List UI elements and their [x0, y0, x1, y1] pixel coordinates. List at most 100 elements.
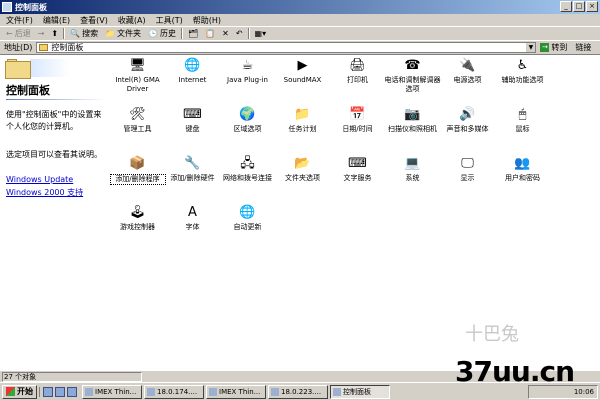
- views-button[interactable]: ▦▾: [253, 28, 269, 40]
- close-button[interactable]: ×: [586, 1, 598, 12]
- control-panel-item[interactable]: 🖧 网络和拨号连接: [220, 153, 275, 202]
- start-button[interactable]: 开始: [2, 384, 37, 399]
- control-panel-item[interactable]: A 字体: [165, 202, 220, 251]
- system-icon: 💻: [404, 156, 421, 171]
- control-panel-item[interactable]: ⌨ 文字服务: [330, 153, 385, 202]
- control-panel-item[interactable]: 🖵 显示: [440, 153, 495, 202]
- copy-to-button[interactable]: 📋: [203, 28, 217, 40]
- control-panel-item[interactable]: 🌐 Internet: [165, 55, 220, 104]
- folder-icon: 📂: [294, 156, 311, 171]
- control-panel-item[interactable]: 📂 文件夹选项: [275, 153, 330, 202]
- address-label: 地址(D): [4, 43, 33, 52]
- taskbar-button[interactable]: IMEX Thin...: [82, 384, 142, 399]
- taskbar-button[interactable]: IMEX Thin...: [206, 384, 266, 399]
- control-panel-item[interactable]: 🕹 游戏控制器: [110, 202, 165, 251]
- quick-launch-ie-icon[interactable]: [43, 386, 53, 397]
- title-bar: 控制面板 _ □ ×: [0, 0, 600, 14]
- folders-label: 文件夹: [117, 29, 142, 38]
- speaker-icon: 🔊: [459, 107, 476, 122]
- task-icon: 📁: [294, 107, 311, 122]
- quick-launch-desktop-icon[interactable]: [55, 386, 65, 397]
- control-panel-item[interactable]: 🛠 管理工具: [110, 104, 165, 153]
- minimize-button[interactable]: _: [560, 1, 572, 12]
- start-label: 开始: [17, 387, 33, 396]
- control-panel-item[interactable]: 🌐 自动更新: [220, 202, 275, 251]
- joystick-icon: 🕹: [129, 205, 146, 220]
- control-panel-large-icon: [5, 59, 33, 79]
- users-icon: 👥: [514, 156, 531, 171]
- quick-launch: [39, 386, 80, 397]
- move-to-icon: 🗂: [188, 29, 199, 38]
- go-button[interactable]: → 转到: [540, 42, 567, 53]
- control-panel-item[interactable]: 🔊 声音和多媒体: [440, 104, 495, 153]
- menu-edit[interactable]: 编辑(E): [43, 15, 70, 26]
- links-toolbar[interactable]: 链接: [575, 42, 591, 53]
- up-button[interactable]: ⬆: [49, 28, 60, 40]
- item-label: 文件夹选项: [285, 174, 320, 182]
- address-input[interactable]: 控制面板 ▼: [36, 42, 537, 53]
- move-to-button[interactable]: 🗂: [186, 28, 200, 40]
- menu-favorites[interactable]: 收藏(A): [118, 15, 146, 26]
- control-panel-item[interactable]: 📅 日期/时间: [330, 104, 385, 153]
- taskbar-button-control-panel[interactable]: 控制面板: [330, 384, 390, 399]
- menu-help[interactable]: 帮助(H): [193, 15, 221, 26]
- control-panel-items: 🖥 Intel(R) GMA Driver 🌐 Internet ☕ Java Plug-…: [109, 55, 600, 255]
- control-panel-item[interactable]: ♿ 辅助功能选项: [495, 55, 550, 104]
- control-panel-item[interactable]: ⌨ 键盘: [165, 104, 220, 153]
- menu-file[interactable]: 文件(F): [6, 15, 33, 26]
- windows-update-link[interactable]: Windows Update: [6, 175, 73, 184]
- undo-button[interactable]: ↶: [234, 28, 245, 40]
- control-panel-item[interactable]: ▶ SoundMAX: [275, 55, 330, 104]
- go-arrow-icon: →: [540, 43, 550, 52]
- history-button[interactable]: 🕒 历史: [146, 28, 178, 40]
- search-button[interactable]: 🔍 搜索: [68, 28, 100, 40]
- quick-launch-outlook-icon[interactable]: [67, 386, 77, 397]
- maximize-button[interactable]: □: [573, 1, 585, 12]
- item-label: 扫描仪和照相机: [388, 125, 437, 133]
- item-label: Java Plug-in: [227, 76, 268, 84]
- taskbar-button[interactable]: 18.0.223....: [268, 384, 328, 399]
- back-button[interactable]: ← 后退: [4, 28, 33, 40]
- control-panel-item[interactable]: 👥 用户和密码: [495, 153, 550, 202]
- delete-button[interactable]: ✕: [220, 28, 231, 40]
- faint-watermark: 十巴兔: [465, 324, 519, 345]
- control-panel-item[interactable]: 🖨 打印机: [330, 55, 385, 104]
- control-panel-item[interactable]: 📦 添加/删除程序: [109, 153, 166, 202]
- item-label: Intel(R) GMA Driver: [115, 76, 160, 93]
- item-label: 打印机: [347, 76, 368, 84]
- item-label: 管理工具: [123, 125, 152, 133]
- control-panel-item[interactable]: 🔌 电源选项: [440, 55, 495, 104]
- printer-icon: 🖨: [349, 58, 366, 73]
- site-watermark: 37uu.cn: [455, 355, 575, 388]
- region-icon: 🌍: [239, 107, 256, 122]
- menu-bar: 文件(F) 编辑(E) 查看(V) 收藏(A) 工具(T) 帮助(H): [0, 14, 600, 26]
- tools-icon: 🛠: [129, 107, 146, 122]
- control-panel-item[interactable]: 📁 任务计划: [275, 104, 330, 153]
- control-panel-item[interactable]: 🌍 区域选项: [220, 104, 275, 153]
- back-arrow-icon: ←: [6, 29, 13, 38]
- folders-button[interactable]: 📁 文件夹: [103, 28, 143, 40]
- network-icon: 🖧: [240, 156, 255, 171]
- control-panel-item[interactable]: 💻 系统: [385, 153, 440, 202]
- control-panel-item[interactable]: 🖥 Intel(R) GMA Driver: [110, 55, 165, 104]
- keyboard-icon: ⌨: [183, 107, 202, 122]
- monitor-icon: 🖥: [129, 58, 146, 73]
- pane-title: 控制面板: [6, 84, 50, 97]
- status-object-count: 27 个对象: [2, 371, 142, 382]
- windows-2000-support-link[interactable]: Windows 2000 支持: [6, 187, 83, 198]
- menu-tools[interactable]: 工具(T): [156, 15, 183, 26]
- address-dropdown-icon[interactable]: ▼: [525, 43, 536, 52]
- forward-button[interactable]: →: [36, 28, 47, 40]
- control-panel-item[interactable]: 🔧 添加/删除硬件: [165, 153, 220, 202]
- history-icon: 🕒: [148, 29, 159, 38]
- control-panel-item[interactable]: ☎ 电话和调制解调器选项: [385, 55, 441, 104]
- control-panel-item[interactable]: 🖱 鼠标: [495, 104, 550, 153]
- go-label: 转到: [551, 43, 568, 52]
- play-icon: ▶: [297, 58, 308, 73]
- menu-view[interactable]: 查看(V): [80, 15, 108, 26]
- accessibility-icon: ♿: [516, 58, 529, 73]
- taskbar-button[interactable]: 18.0.174....: [144, 384, 204, 399]
- control-panel-item[interactable]: 📷 扫描仪和照相机: [385, 104, 440, 153]
- control-panel-item[interactable]: ☕ Java Plug-in: [220, 55, 275, 104]
- windows-logo-icon: [6, 387, 15, 396]
